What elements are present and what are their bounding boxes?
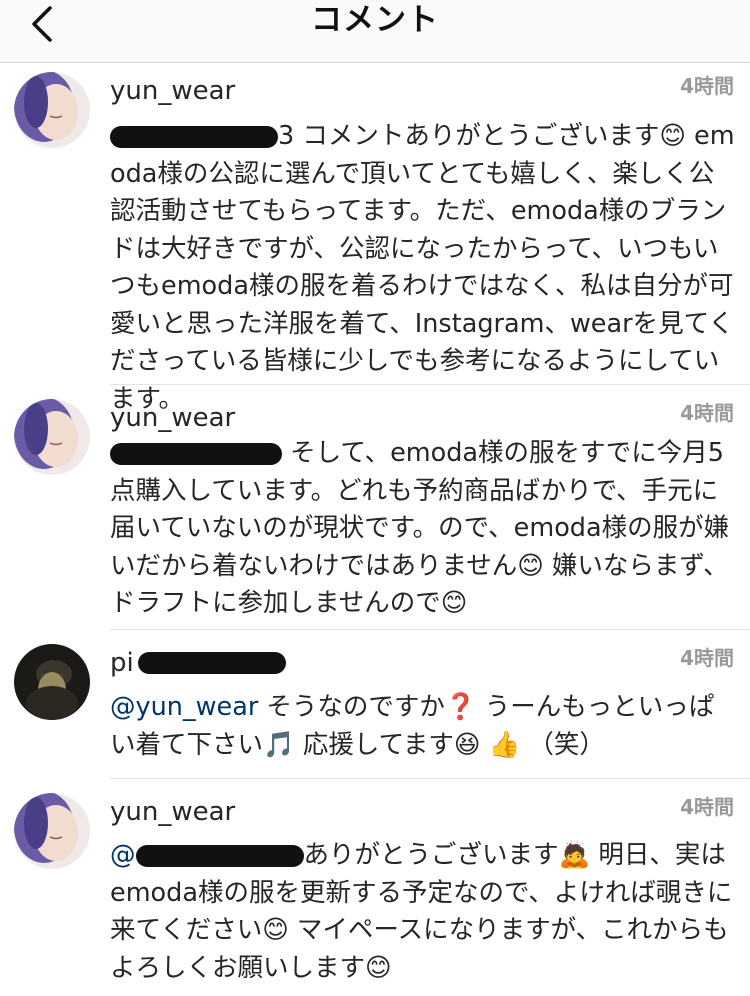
avatar[interactable] [14,399,90,475]
comment-username[interactable]: yun_wear [110,401,235,435]
comment-username[interactable]: yun_wear [110,795,235,829]
comment-username[interactable]: pi [110,646,134,680]
avatar[interactable] [14,72,90,148]
page-title: コメント [311,2,439,38]
avatar[interactable] [14,793,90,869]
comment-time: 4時間 [680,646,734,670]
comment-username[interactable]: yun_wear [110,74,235,108]
divider [110,778,750,779]
comment-time: 4時間 [680,74,734,98]
comment-body-text: そして、emoda様の服をすでに今月5点購入しています。どれも予約商品ばかりで、… [110,438,730,618]
divider [110,629,750,630]
redacted-tail: 3 [278,121,295,151]
nav-bar: コメント [0,0,750,63]
comment-text: @ ありがとうございます🙇 明日、実はemoda様の服を更新する予定なので、よけれ… [110,837,738,987]
comment-text: そして、emoda様の服をすでに今月5点購入しています。どれも予約商品ばかりで、… [110,435,738,623]
redacted-username [138,652,286,674]
username-visible-part: pi [110,648,134,678]
comment-text: 3 コメントありがとうございます😊 emoda様の公認に選んで頂いてとても嬉しく… [110,118,738,418]
redacted-mention [135,845,304,867]
avatar[interactable] [14,644,90,720]
comment-body-text: コメントありがとうございます😊 emoda様の公認に選んで頂いてとても嬉しく、楽… [110,121,735,414]
comment-time: 4時間 [680,401,734,425]
comment-time: 4時間 [680,795,734,819]
redacted-mention [110,443,282,465]
comment-text: @yun_wear そうなのですか❓ うーんもっといっぱい着て下さい🎵 応援して… [110,689,738,764]
redacted-mention [110,126,278,148]
divider [110,384,750,385]
mention-link[interactable]: @ [110,840,136,870]
mention-link[interactable]: @yun_wear [110,692,258,722]
